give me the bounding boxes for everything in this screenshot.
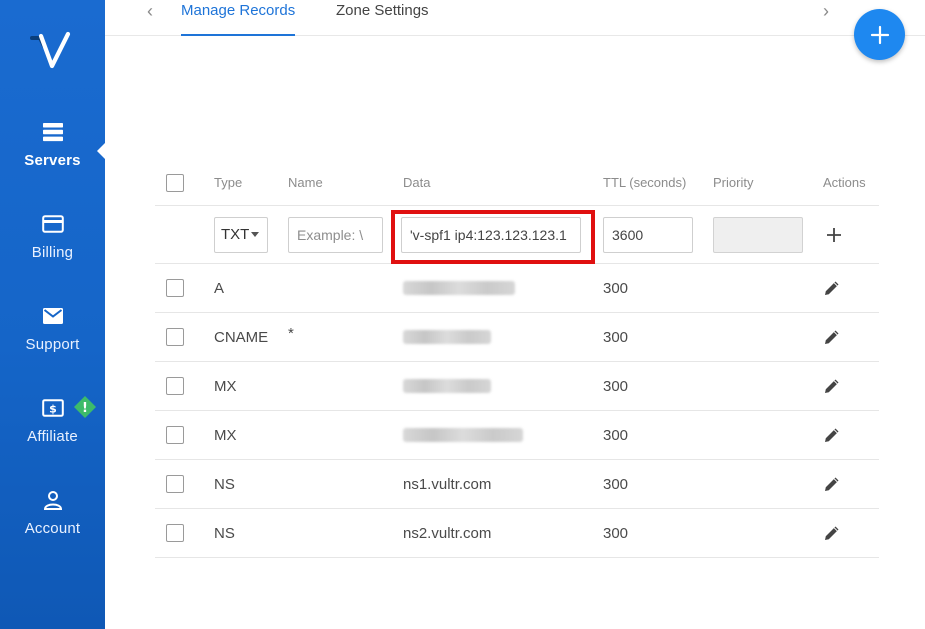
alert-badge-icon: ! [74, 396, 96, 418]
record-data [403, 411, 523, 459]
table-header-row: Type Name Data TTL (seconds) Priority Ac… [155, 160, 879, 206]
table-row: MX 300 [155, 411, 879, 460]
edit-record-button[interactable] [821, 326, 843, 348]
row-checkbox[interactable] [166, 426, 184, 444]
record-data: ns2.vultr.com [403, 524, 492, 542]
user-icon [41, 488, 65, 512]
record-name-input[interactable] [288, 216, 383, 253]
record-ttl: 300 [603, 524, 629, 542]
record-ttl: 300 [603, 426, 629, 444]
row-checkbox[interactable] [166, 279, 184, 297]
edit-record-button[interactable] [821, 277, 843, 299]
tab-manage-records[interactable]: Manage Records [181, 2, 296, 36]
column-header-name: Name [288, 175, 323, 190]
chevron-right-icon[interactable]: › [816, 2, 836, 22]
tab-bar: ‹ Manage Records Zone Settings › [105, 0, 925, 36]
row-checkbox[interactable] [166, 475, 184, 493]
redacted-value [403, 379, 491, 393]
add-record-fab-button[interactable] [854, 9, 905, 60]
new-record-row: TXT [155, 206, 879, 264]
table-row: NS ns1.vultr.com 300 [155, 460, 879, 509]
sidebar-item-label: Servers [24, 152, 81, 169]
row-checkbox[interactable] [166, 524, 184, 542]
pencil-icon [825, 330, 839, 344]
redacted-value [403, 428, 523, 442]
redacted-value [403, 281, 515, 295]
pencil-icon [825, 379, 839, 393]
edit-record-button[interactable] [821, 375, 843, 397]
sidebar-item-label: Billing [31, 244, 74, 261]
billing-icon [41, 212, 65, 236]
dns-records-table: Type Name Data TTL (seconds) Priority Ac… [155, 160, 879, 558]
column-header-data: Data [403, 175, 431, 190]
record-type: MX [214, 426, 237, 444]
table-row: NS ns2.vultr.com 300 [155, 509, 879, 558]
record-type: MX [214, 377, 237, 395]
add-record-button[interactable] [823, 224, 845, 246]
record-ttl: 300 [603, 279, 629, 297]
record-ttl: 300 [603, 475, 629, 493]
record-data [403, 313, 491, 361]
plus-icon [827, 227, 841, 242]
affiliate-icon: $ [41, 396, 65, 420]
chevron-left-icon[interactable]: ‹ [140, 2, 160, 22]
row-checkbox[interactable] [166, 377, 184, 395]
edit-record-button[interactable] [821, 522, 843, 544]
sidebar-item-servers[interactable]: Servers [0, 120, 105, 200]
redacted-value [403, 330, 491, 344]
svg-text:$: $ [49, 403, 57, 416]
svg-text:!: ! [82, 401, 88, 416]
table-row: A 300 [155, 264, 879, 313]
pencil-icon [825, 428, 839, 442]
edit-record-button[interactable] [821, 424, 843, 446]
record-type-select[interactable]: TXT [214, 216, 268, 253]
record-type: NS [214, 475, 235, 493]
envelope-icon [41, 304, 65, 328]
table-row: MX 300 [155, 362, 879, 411]
column-header-type: Type [214, 175, 243, 190]
table-row: CNAME * 300 [155, 313, 879, 362]
record-type: NS [214, 524, 235, 542]
record-priority-input[interactable] [713, 216, 803, 253]
column-header-priority: Priority [713, 175, 754, 190]
servers-icon [41, 120, 65, 144]
record-ttl: 300 [603, 328, 629, 346]
record-data [403, 362, 491, 410]
record-ttl: 300 [603, 377, 629, 395]
sidebar: Servers Billing Support $ Affiliate ! Ac… [0, 0, 106, 629]
pencil-icon [825, 526, 839, 540]
sidebar-item-account[interactable]: Account [0, 488, 105, 568]
record-type-value: TXT [221, 226, 250, 243]
active-indicator [97, 142, 106, 160]
record-ttl-input[interactable] [603, 216, 693, 253]
record-list: A 300 CNAME * 300 MX 300 MX 300 NS ns1.v… [155, 264, 879, 558]
tab-zone-settings[interactable]: Zone Settings [336, 2, 429, 36]
sidebar-item-support[interactable]: Support [0, 304, 105, 384]
sidebar-item-label: Account [24, 520, 81, 537]
sidebar-item-billing[interactable]: Billing [0, 212, 105, 292]
caret-down-icon [251, 232, 260, 237]
record-type: A [214, 279, 225, 297]
select-all-checkbox[interactable] [166, 173, 184, 192]
edit-record-button[interactable] [821, 473, 843, 495]
record-data-input[interactable] [401, 216, 581, 253]
pencil-icon [825, 281, 839, 295]
column-header-actions: Actions [823, 175, 866, 190]
record-data [403, 264, 515, 312]
row-checkbox[interactable] [166, 328, 184, 346]
sidebar-item-label: Support [25, 336, 80, 353]
vultr-logo[interactable] [30, 30, 72, 72]
plus-icon [870, 25, 889, 44]
record-type: CNAME [214, 328, 269, 346]
column-header-ttl: TTL (seconds) [603, 175, 687, 190]
sidebar-item-label: Affiliate [27, 428, 78, 445]
pencil-icon [825, 477, 839, 491]
record-data: ns1.vultr.com [403, 475, 492, 493]
record-name: * [288, 325, 294, 342]
